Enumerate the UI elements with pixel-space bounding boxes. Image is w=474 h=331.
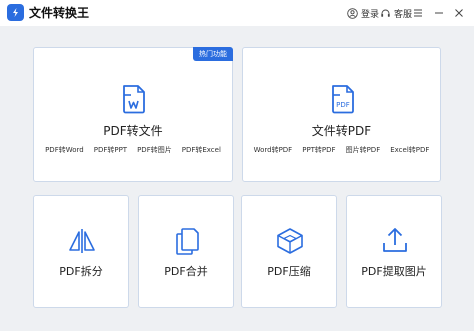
option-word-to-pdf[interactable]: Word转PDF <box>249 145 298 155</box>
pdf-extract-images-card[interactable]: PDF提取图片 <box>346 195 442 308</box>
minimize-button[interactable] <box>432 6 446 20</box>
option-pdf-to-excel[interactable]: PDF转Excel <box>177 145 226 155</box>
file-to-pdf-options: Word转PDF PPT转PDF 图片转PDF Excel转PDF <box>243 145 440 155</box>
option-excel-to-pdf[interactable]: Excel转PDF <box>385 145 434 155</box>
file-to-pdf-icon: PDF <box>332 85 354 114</box>
option-ppt-to-pdf[interactable]: PPT转PDF <box>297 145 340 155</box>
option-pdf-to-ppt[interactable]: PDF转PPT <box>89 145 132 155</box>
pdf-to-file-card[interactable]: 热门功能 PDF转文件 PDF转Word PDF转PPT PDF转图片 PDF转… <box>33 47 233 182</box>
option-image-to-pdf[interactable]: 图片转PDF <box>341 145 386 155</box>
login-label: 登录 <box>361 9 380 20</box>
pdf-extract-images-title: PDF提取图片 <box>361 265 427 278</box>
split-icon <box>69 229 95 253</box>
close-button[interactable] <box>452 6 466 20</box>
service-label: 客服 <box>394 9 413 20</box>
file-to-pdf-title: 文件转PDF <box>311 124 372 138</box>
hot-feature-badge: 热门功能 <box>193 47 233 61</box>
pdf-compress-card[interactable]: PDF压缩 <box>241 195 337 308</box>
minimize-icon <box>435 12 443 14</box>
pdf-merge-title: PDF合并 <box>164 265 208 278</box>
pdf-split-title: PDF拆分 <box>59 265 103 278</box>
app-title: 文件转换王 <box>29 6 90 20</box>
pdf-to-file-title: PDF转文件 <box>103 124 163 138</box>
svg-text:PDF: PDF <box>336 101 350 109</box>
option-pdf-to-image[interactable]: PDF转图片 <box>132 145 177 155</box>
user-icon <box>347 7 358 19</box>
compress-icon <box>277 228 303 254</box>
pdf-compress-title: PDF压缩 <box>267 265 311 278</box>
app-logo-icon <box>7 4 24 21</box>
service-button[interactable]: 客服 <box>380 6 412 20</box>
extract-icon <box>383 228 407 252</box>
menu-icon <box>414 9 422 17</box>
pdf-split-card[interactable]: PDF拆分 <box>33 195 129 308</box>
login-button[interactable]: 登录 <box>347 6 379 20</box>
menu-button[interactable] <box>411 6 425 20</box>
file-to-pdf-card[interactable]: PDF 文件转PDF Word转PDF PPT转PDF 图片转PDF Excel… <box>242 47 441 182</box>
headset-icon <box>381 9 390 17</box>
pdf-merge-card[interactable]: PDF合并 <box>138 195 234 308</box>
close-icon <box>455 9 463 17</box>
title-bar: 文件转换王 登录 客服 <box>0 0 474 26</box>
option-pdf-to-word[interactable]: PDF转Word <box>40 145 89 155</box>
pdf-to-file-options: PDF转Word PDF转PPT PDF转图片 PDF转Excel <box>34 145 232 155</box>
pdf-to-word-icon <box>123 85 145 114</box>
merge-icon <box>176 228 199 255</box>
